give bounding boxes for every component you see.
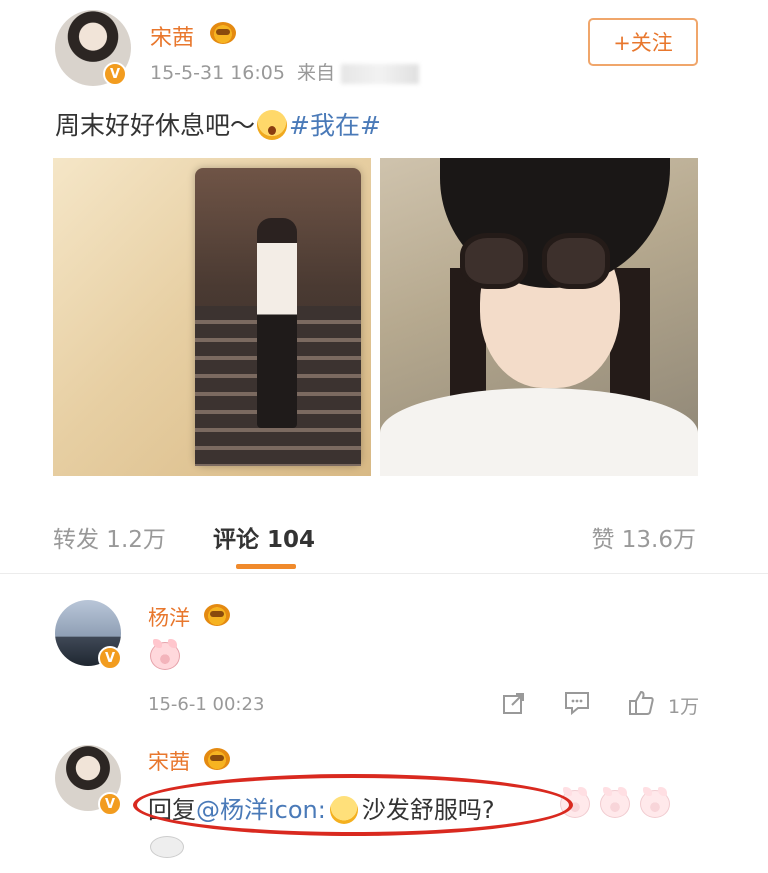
comment-like-count: 1万 (668, 696, 700, 718)
hashtag-link[interactable]: #我在# (289, 111, 381, 140)
shocked-emoji-icon (257, 110, 288, 140)
tab-divider (0, 573, 768, 574)
stairs-photo-frame (195, 168, 361, 466)
post-author-name[interactable]: 宋茜 (150, 20, 194, 52)
pig-emoji-icon (600, 787, 630, 818)
share-icon[interactable] (500, 690, 528, 716)
post-time: 15-5-31 16:05 (150, 62, 285, 84)
tab-like[interactable]: 赞 13.6万 (591, 520, 696, 554)
comment-author-name[interactable]: 杨洋 (148, 602, 190, 632)
follow-button[interactable]: +关注 (588, 18, 698, 66)
pig-emoji-icon (640, 787, 670, 818)
tab-comment[interactable]: 评论 104 (213, 520, 315, 554)
sunglasses-lens-right (542, 233, 610, 289)
thumbs-up-icon[interactable] (627, 690, 655, 716)
pig-emoji-icon (150, 639, 180, 670)
white-shirt (380, 388, 698, 476)
standing-figure (257, 218, 297, 428)
comment-author-name[interactable]: 宋茜 (148, 746, 190, 776)
post-photo-1[interactable] (53, 158, 371, 476)
vip-crown-icon (210, 22, 236, 44)
verified-badge-icon: V (98, 792, 122, 816)
post-photo-2[interactable] (380, 158, 698, 476)
blurred-source (341, 63, 420, 84)
sunglasses (460, 233, 610, 293)
sheep-emoji-icon (150, 836, 184, 858)
post-text: 周末好好休息吧～ #我在# (55, 106, 381, 142)
vip-crown-icon (204, 604, 230, 626)
verified-badge-icon: V (103, 62, 127, 86)
comment-icon[interactable] (563, 690, 591, 716)
sunglasses-lens-left (460, 233, 528, 289)
vip-crown-icon (204, 748, 230, 770)
comment-time: 15-6-1 00:23 (148, 694, 265, 715)
post-source-label: 来自 (297, 62, 336, 84)
tab-forward[interactable]: 转发 1.2万 (53, 520, 166, 554)
post-body-text: 周末好好休息吧～ (55, 111, 256, 140)
post-meta: 15-5-31 16:05 来自 (150, 58, 420, 85)
highlight-oval (133, 774, 573, 836)
active-tab-indicator (236, 564, 296, 569)
verified-badge-icon: V (98, 646, 122, 670)
